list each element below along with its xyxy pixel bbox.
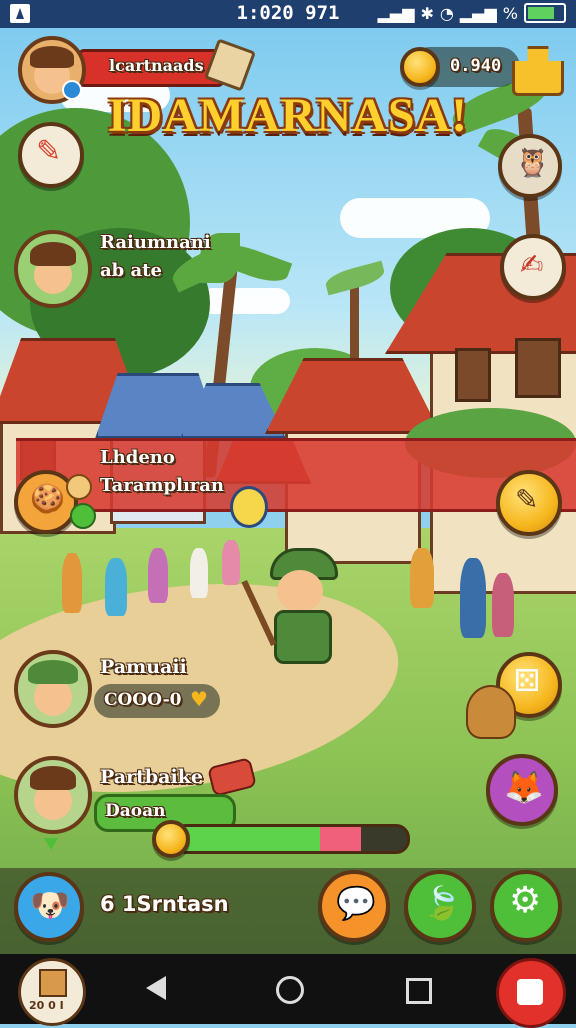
owl-mascot-button[interactable]: 🦉 xyxy=(498,134,562,198)
bottom-bar-label: 6 1Srntasn xyxy=(100,892,229,916)
window xyxy=(455,348,491,402)
fox-icon: 🦊 xyxy=(504,768,544,806)
hero-character[interactable] xyxy=(241,548,342,668)
down-arrow-icon xyxy=(44,838,58,850)
player-card-1-cap xyxy=(28,660,78,684)
speech-bubble-icon: 💬 xyxy=(336,884,376,922)
wifi-icon: ◔ xyxy=(439,3,454,23)
home-icon[interactable] xyxy=(276,976,304,1004)
event-title: Lhdeno xyxy=(100,447,175,468)
hero-body xyxy=(274,610,332,664)
heart-badge-icon xyxy=(66,474,92,500)
xp-progress-fill xyxy=(175,827,320,851)
cloud xyxy=(200,288,290,314)
owl-icon: 🦉 xyxy=(515,146,550,179)
battery-percent: % xyxy=(502,3,518,23)
player-name: lcartnaads xyxy=(109,56,204,75)
chat-button[interactable]: 💬 xyxy=(318,870,390,942)
status-icons: ▂▄▆ ✱ ◔ ▂▄▆ % xyxy=(378,3,566,23)
player-card-2-hair xyxy=(30,766,76,790)
signal-icon: ▂▄▆ xyxy=(377,3,415,23)
xp-progress-bar xyxy=(172,824,410,854)
status-bar: 1:020 971 ▂▄▆ ✱ ◔ ▂▄▆ % xyxy=(0,0,576,28)
leaf-badge-icon xyxy=(70,503,96,529)
heart-icon: ♥ xyxy=(190,687,208,711)
player-card-2-avatar[interactable] xyxy=(14,756,92,834)
quest-avatar[interactable] xyxy=(14,230,92,308)
villager[interactable] xyxy=(105,558,127,616)
player-card-1-chip: COOO-0 ♥ xyxy=(94,684,220,718)
chest-icon xyxy=(39,969,67,997)
player-card-1-avatar[interactable] xyxy=(14,650,92,728)
signal-icon-2: ▂▄▆ xyxy=(459,3,497,23)
recents-icon[interactable] xyxy=(406,978,432,1004)
player-card-2-value: Daoan xyxy=(105,801,166,821)
companion-button[interactable]: 🦊 xyxy=(486,754,558,826)
quest-avatar-hair xyxy=(30,242,76,266)
villager[interactable] xyxy=(62,553,82,613)
cookie-icon: 🍪 xyxy=(30,482,65,515)
villager[interactable] xyxy=(222,540,240,585)
app-home-button[interactable]: 20 0 I xyxy=(18,958,86,1026)
battery-icon xyxy=(524,3,566,23)
villager[interactable] xyxy=(148,548,168,603)
coin-icon xyxy=(400,47,440,87)
stop-button[interactable] xyxy=(496,958,566,1028)
window xyxy=(515,338,561,398)
player-card-2-name: Partbaike xyxy=(100,766,203,788)
coin-amount: 0.940 xyxy=(450,56,502,76)
settings-gear-icon: ✱ xyxy=(420,3,434,23)
villager[interactable] xyxy=(190,548,208,598)
quest-title: Raiumnani xyxy=(100,232,211,253)
notepad-icon: ✍ xyxy=(520,248,544,281)
player-name-plate[interactable]: lcartnaads xyxy=(78,49,224,87)
event-subtitle: Taramplıran xyxy=(100,475,225,496)
villager[interactable] xyxy=(492,573,514,637)
pet-sprite[interactable] xyxy=(466,685,516,739)
avatar-hair xyxy=(30,46,74,68)
back-icon[interactable] xyxy=(146,976,166,1000)
settings-button[interactable]: ⚙ xyxy=(490,870,562,942)
xp-coin-icon xyxy=(152,820,190,858)
leaf-icon: 🍃 xyxy=(422,884,462,922)
pet-profile-button[interactable]: 🐶 xyxy=(14,872,84,942)
event-banner[interactable]: Lhdeno Taramplıran xyxy=(16,438,576,512)
pencil-icon: ✎ xyxy=(36,134,62,169)
xp-progress-bonus xyxy=(320,827,361,851)
quest-subtitle: ab ate xyxy=(100,260,162,281)
player-card-1-name: Pamuaii xyxy=(100,656,187,678)
nature-button[interactable]: 🍃 xyxy=(404,870,476,942)
hero-face xyxy=(277,570,323,612)
dice-icon: ⚄ xyxy=(514,664,541,699)
notes-button[interactable]: ✍ xyxy=(500,234,566,300)
stop-icon xyxy=(517,979,543,1005)
dog-icon: 🐶 xyxy=(30,886,70,924)
edit-button[interactable]: ✎ xyxy=(18,122,84,188)
app-badge-label: 20 0 I xyxy=(29,999,64,1012)
game-title: IDAMARNASA! xyxy=(107,89,469,142)
villager[interactable] xyxy=(410,548,434,608)
shield-icon xyxy=(230,486,268,528)
task-button[interactable]: ✎ xyxy=(496,470,562,536)
villager[interactable] xyxy=(460,558,486,638)
checklist-icon: ✎ xyxy=(515,483,539,516)
gear-icon: ⚙ xyxy=(509,880,542,921)
player-card-1-value: COOO-0 xyxy=(104,690,182,710)
